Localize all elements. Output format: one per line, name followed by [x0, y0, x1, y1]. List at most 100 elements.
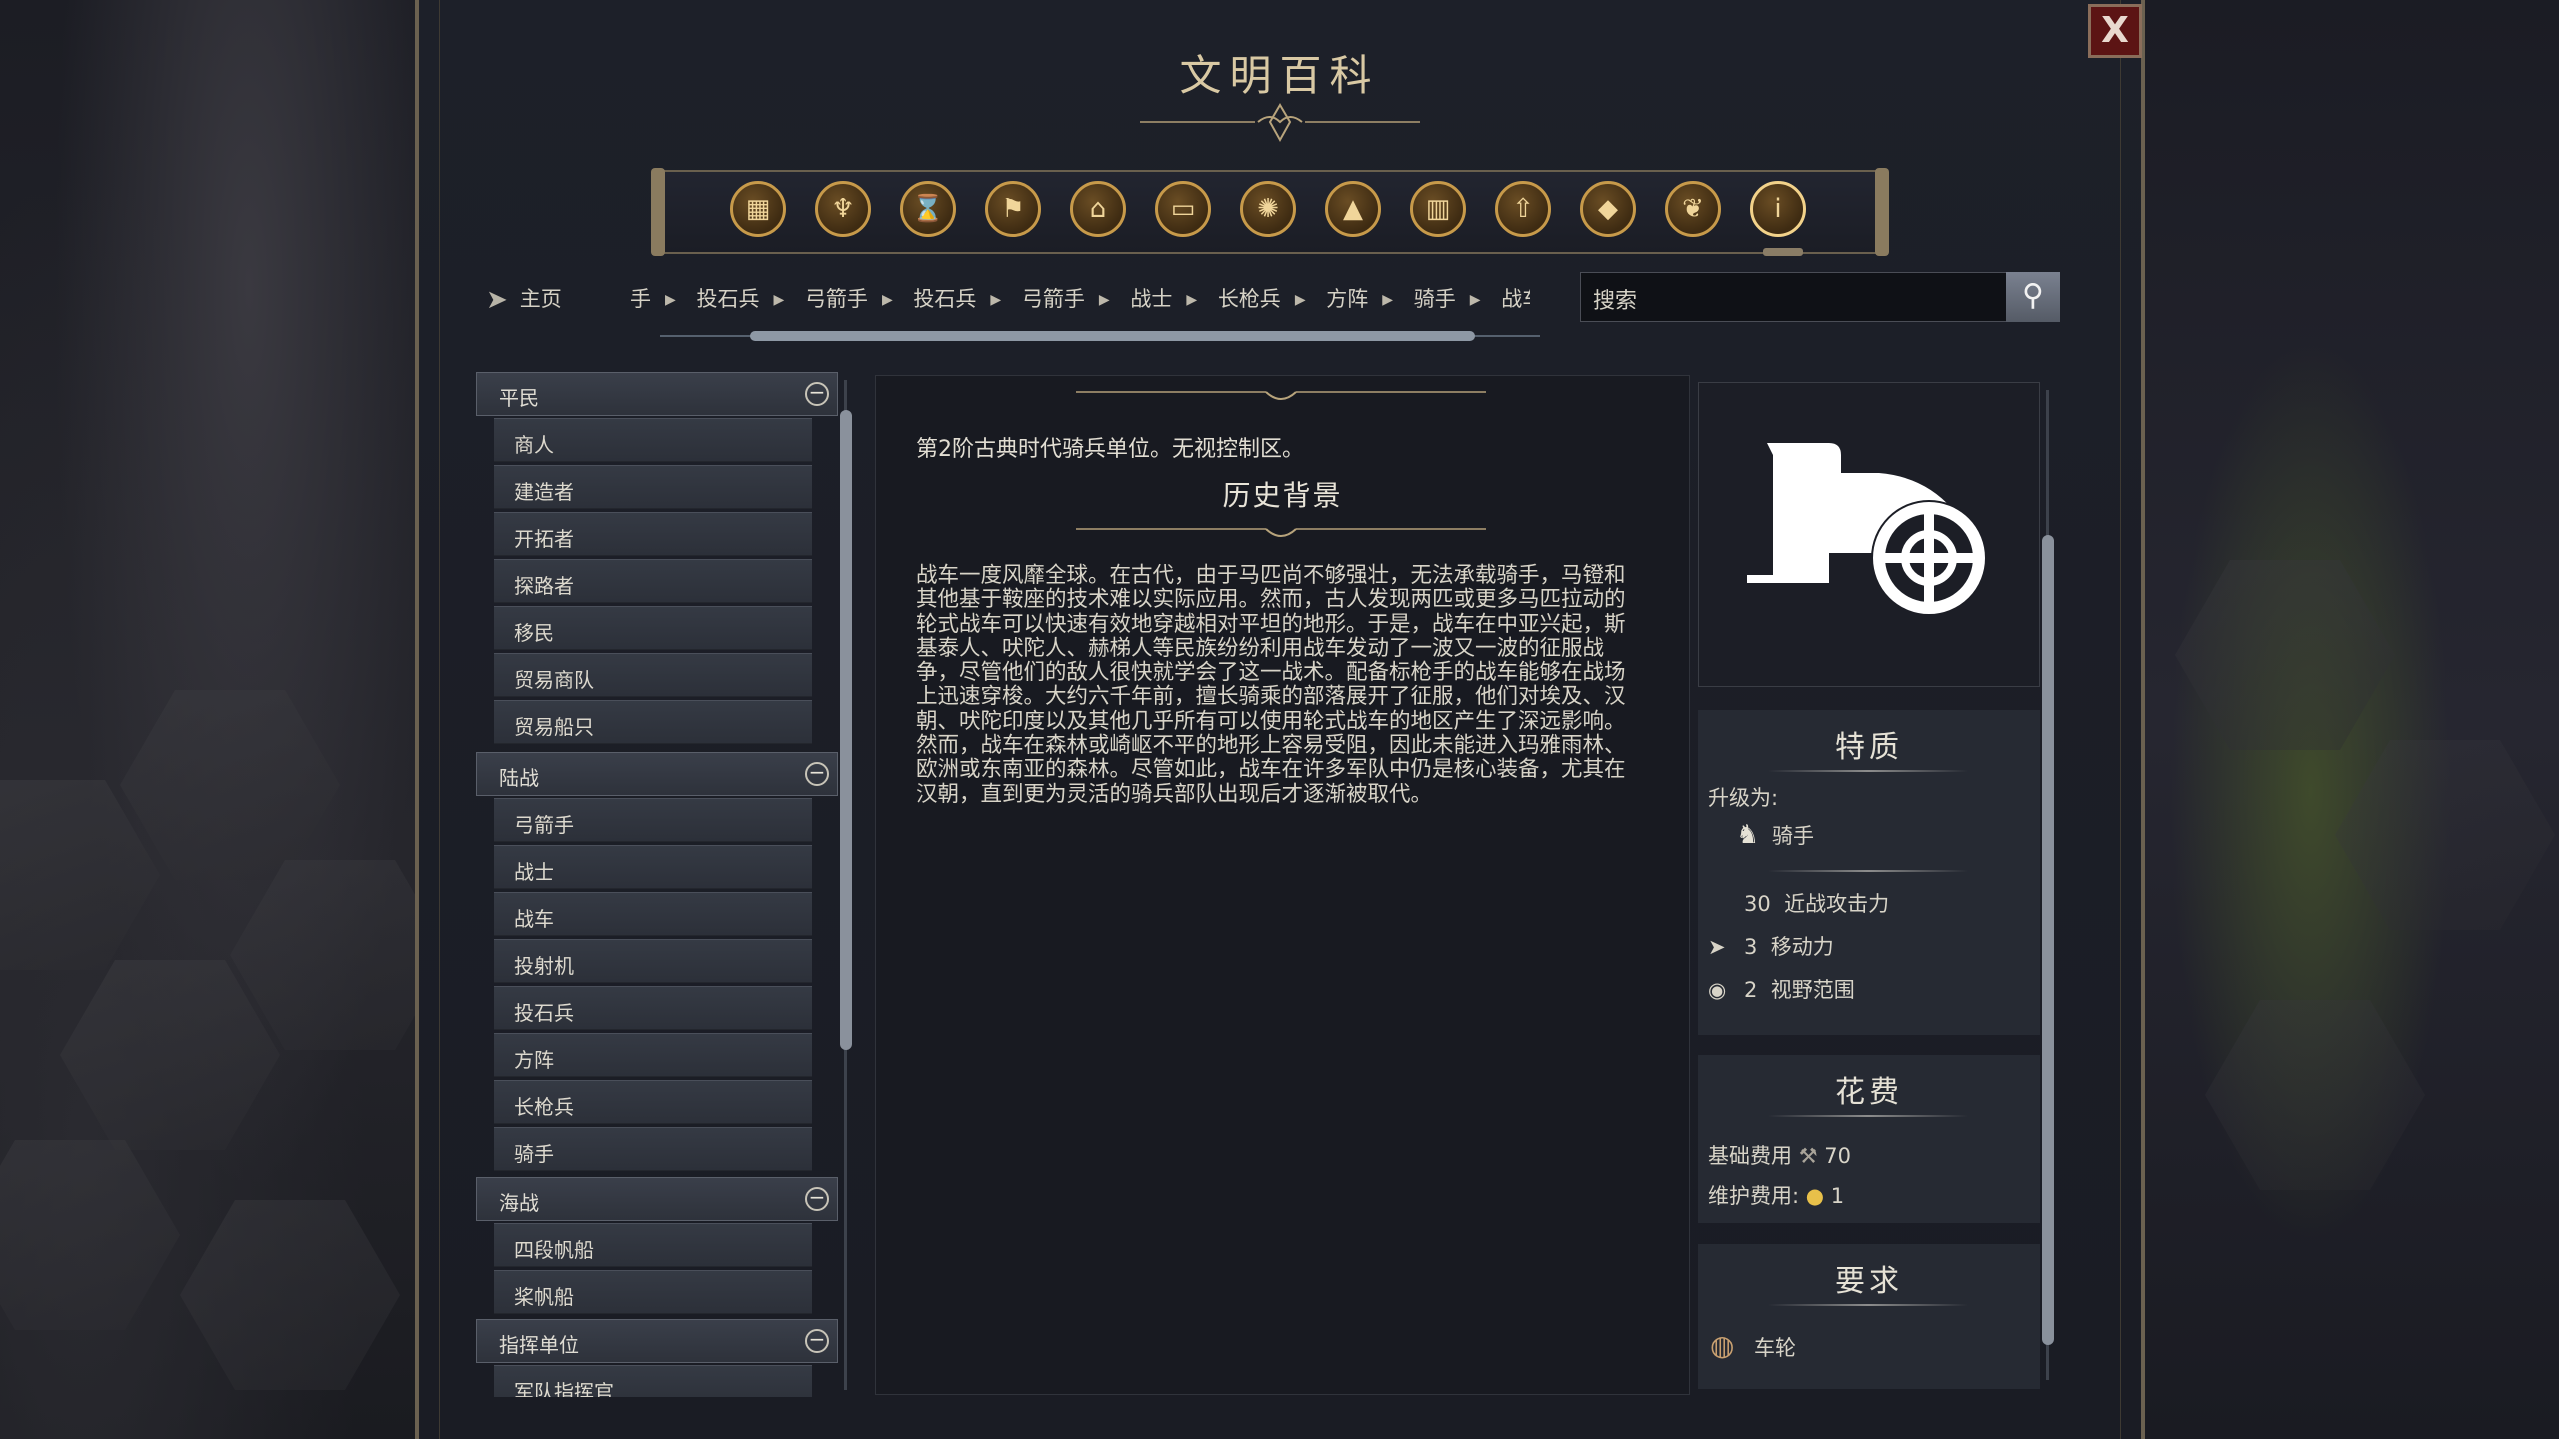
history-text: 战车一度风靡全球。在古代，由于马匹尚不够强壮，无法承载骑手，马镫和其他基于鞍座的…: [916, 563, 1626, 807]
unit-list-scrollbar[interactable]: [840, 370, 852, 1400]
breadcrumb-separator-icon: ▶: [990, 292, 1002, 308]
list-item[interactable]: 方阵: [494, 1033, 812, 1077]
mountain-icon[interactable]: ▲: [1325, 181, 1381, 237]
arrow-up-icon[interactable]: ⇧: [1495, 181, 1551, 237]
list-item[interactable]: 骑手: [494, 1127, 812, 1171]
home-button[interactable]: ➤ 主页: [486, 283, 562, 315]
group-header-civilian[interactable]: 平民 −: [476, 372, 838, 416]
collapse-icon[interactable]: −: [805, 382, 829, 406]
list-item[interactable]: 战车: [494, 892, 812, 936]
list-item[interactable]: 战士: [494, 845, 812, 889]
breadcrumb-separator-icon: ▶: [1382, 292, 1394, 308]
required-tech-label: 车轮: [1754, 1336, 1796, 1360]
scroll-thumb[interactable]: [2042, 535, 2054, 1345]
flag-icon[interactable]: ⚑: [985, 181, 1041, 237]
upgrade-label: 升级为:: [1708, 786, 1779, 810]
breadcrumb-item[interactable]: 方阵: [1326, 283, 1368, 313]
breadcrumb-scrollbar[interactable]: [660, 330, 1540, 342]
list-item[interactable]: 四段帆船: [494, 1223, 812, 1267]
unit-portrait: [1698, 382, 2040, 687]
title-ornament-icon: [1140, 103, 1420, 143]
breadcrumb-item[interactable]: 战士: [1130, 283, 1172, 313]
crate-icon[interactable]: ▦: [730, 181, 786, 237]
game-background-left: [0, 0, 450, 1439]
divider-ornament-icon: [1076, 391, 1486, 400]
list-item[interactable]: 贸易船只: [494, 700, 812, 744]
scroll-thumb[interactable]: [840, 410, 852, 1050]
hourglass-icon[interactable]: ⌛: [900, 181, 956, 237]
wheel-icon: ◍: [1710, 1329, 1735, 1362]
temple-icon[interactable]: ⌂: [1070, 181, 1126, 237]
list-item[interactable]: 探路者: [494, 559, 812, 603]
game-background-right: [2145, 0, 2559, 1439]
cost-title: 花费: [1835, 1075, 1903, 1110]
breadcrumb-item[interactable]: 手: [630, 283, 651, 313]
list-item[interactable]: 投石兵: [494, 986, 812, 1030]
dove-icon[interactable]: ❦: [1665, 181, 1721, 237]
search-icon: ⚲: [2022, 278, 2044, 313]
stat-sight: ◉ 2 视野范围: [1708, 978, 1855, 1002]
requirements-title: 要求: [1835, 1264, 1903, 1299]
list-item[interactable]: 商人: [494, 418, 812, 462]
page-title: 文明百科: [1179, 51, 1380, 100]
atom-icon[interactable]: ✺: [1240, 181, 1296, 237]
active-category-indicator: [1763, 248, 1803, 256]
list-item[interactable]: 长枪兵: [494, 1080, 812, 1124]
breadcrumb-item[interactable]: 长枪兵: [1218, 283, 1281, 313]
collapse-icon[interactable]: −: [805, 1187, 829, 1211]
book-icon[interactable]: ▭: [1155, 181, 1211, 237]
list-item[interactable]: 贸易商队: [494, 653, 812, 697]
breadcrumb-item[interactable]: 投石兵: [913, 283, 976, 313]
search-input[interactable]: 搜索: [1580, 272, 2060, 322]
close-button[interactable]: X: [2088, 4, 2142, 58]
collapse-icon[interactable]: −: [805, 1329, 829, 1353]
base-cost: 基础费用 ⚒ 70: [1708, 1144, 1851, 1168]
upkeep-cost: 维护费用: ● 1: [1708, 1184, 1845, 1208]
group-label: 陆战: [499, 766, 539, 790]
building-icon[interactable]: ▥: [1410, 181, 1466, 237]
breadcrumb-item-current[interactable]: 战车: [1501, 283, 1530, 313]
divider: [1768, 870, 1968, 872]
traits-box: 特质 升级为: ♞ 骑手 30 近战攻击力 ➤ 3 移动力 ◉ 2 视野范围: [1698, 710, 2040, 1035]
breadcrumb-item[interactable]: 弓箭手: [805, 283, 868, 313]
info-scrollbar[interactable]: [2042, 380, 2054, 1390]
list-item[interactable]: 弓箭手: [494, 798, 812, 842]
divider: [1768, 1115, 1968, 1117]
movement-icon: ➤: [1708, 935, 1726, 959]
list-item[interactable]: 军队指挥官: [494, 1365, 812, 1397]
unit-summary: 第2阶古典时代骑兵单位。无视控制区。: [916, 437, 1304, 462]
stat-movement: ➤ 3 移动力: [1708, 935, 1834, 959]
breadcrumb-item[interactable]: 骑手: [1414, 283, 1456, 313]
diamond-icon[interactable]: ◆: [1580, 181, 1636, 237]
list-item[interactable]: 移民: [494, 606, 812, 650]
list-item[interactable]: 建造者: [494, 465, 812, 509]
info-icon[interactable]: i: [1750, 181, 1806, 237]
breadcrumb-separator-icon: ▶: [1469, 292, 1481, 308]
upgrade-unit[interactable]: ♞ 骑手: [1736, 820, 1814, 850]
eye-icon: ◉: [1708, 978, 1727, 1002]
divider-ornament-icon: [1076, 528, 1486, 537]
search-button[interactable]: ⚲: [2006, 272, 2060, 322]
list-item[interactable]: 开拓者: [494, 512, 812, 556]
group-header-naval[interactable]: 海战 −: [476, 1177, 838, 1221]
collapse-icon[interactable]: −: [805, 762, 829, 786]
group-header-command[interactable]: 指挥单位 −: [476, 1319, 838, 1363]
breadcrumb-separator-icon: ▶: [1098, 292, 1110, 308]
required-tech[interactable]: ◍ 车轮: [1710, 1329, 1796, 1362]
list-item[interactable]: 桨帆船: [494, 1270, 812, 1314]
home-label: 主页: [519, 287, 562, 311]
breadcrumb-separator-icon: ▶: [665, 292, 676, 308]
breadcrumb-scroll-thumb[interactable]: [750, 331, 1475, 341]
breadcrumb: 手 ▶ 投石兵 ▶ 弓箭手 ▶ 投石兵 ▶ 弓箭手 ▶ 战士 ▶ 长枪兵 ▶ 方阵 ▶ 骑手 ▶ …: [630, 283, 1530, 315]
breadcrumb-item[interactable]: 投石兵: [696, 283, 759, 313]
list-item[interactable]: 投射机: [494, 939, 812, 983]
history-title: 历史背景: [1222, 479, 1343, 512]
breadcrumb-separator-icon: ▶: [773, 292, 785, 308]
stat-melee-attack: 30 近战攻击力: [1744, 892, 1890, 916]
goblet-icon[interactable]: ♆: [815, 181, 871, 237]
hammer-icon: ⚒: [1798, 1144, 1818, 1168]
group-header-land[interactable]: 陆战 −: [476, 752, 838, 796]
requirements-box: 要求 ◍ 车轮: [1698, 1244, 2040, 1389]
group-label: 平民: [499, 386, 539, 410]
breadcrumb-item[interactable]: 弓箭手: [1022, 283, 1085, 313]
